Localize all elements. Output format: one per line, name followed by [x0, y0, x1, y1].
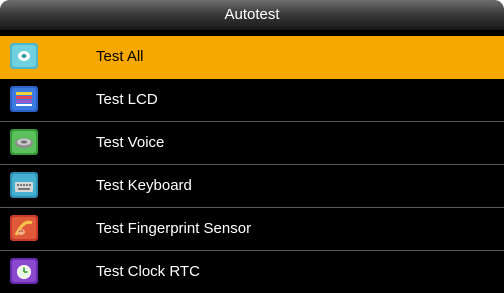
menu-item-label: Test All — [96, 48, 144, 65]
test-all-icon — [10, 43, 38, 69]
keyboard-icon — [10, 172, 38, 198]
menu-item-test-voice[interactable]: Test Voice — [0, 122, 504, 165]
lcd-icon — [10, 86, 38, 112]
menu-item-test-lcd[interactable]: Test LCD — [0, 79, 504, 122]
autotest-menu: Test All Test LCD Test Voice Test Keyboa… — [0, 36, 504, 293]
menu-item-label: Test LCD — [96, 91, 158, 108]
menu-item-label: Test Keyboard — [96, 177, 192, 194]
page-title: Autotest — [224, 6, 280, 23]
clock-icon — [10, 258, 38, 284]
menu-item-label: Test Fingerprint Sensor — [96, 220, 252, 237]
voice-icon — [10, 129, 38, 155]
menu-item-test-all[interactable]: Test All — [0, 36, 504, 79]
menu-item-test-fingerprint[interactable]: Test Fingerprint Sensor — [0, 208, 504, 251]
menu-item-test-keyboard[interactable]: Test Keyboard — [0, 165, 504, 208]
menu-item-label: Test Voice — [96, 134, 165, 151]
menu-item-test-clock[interactable]: Test Clock RTC — [0, 251, 504, 293]
title-bar: Autotest — [0, 0, 504, 30]
menu-item-label: Test Clock RTC — [96, 263, 200, 280]
autotest-screen: Autotest Test All Test LCD Test Voice Te… — [0, 0, 504, 293]
fingerprint-icon — [10, 215, 38, 241]
